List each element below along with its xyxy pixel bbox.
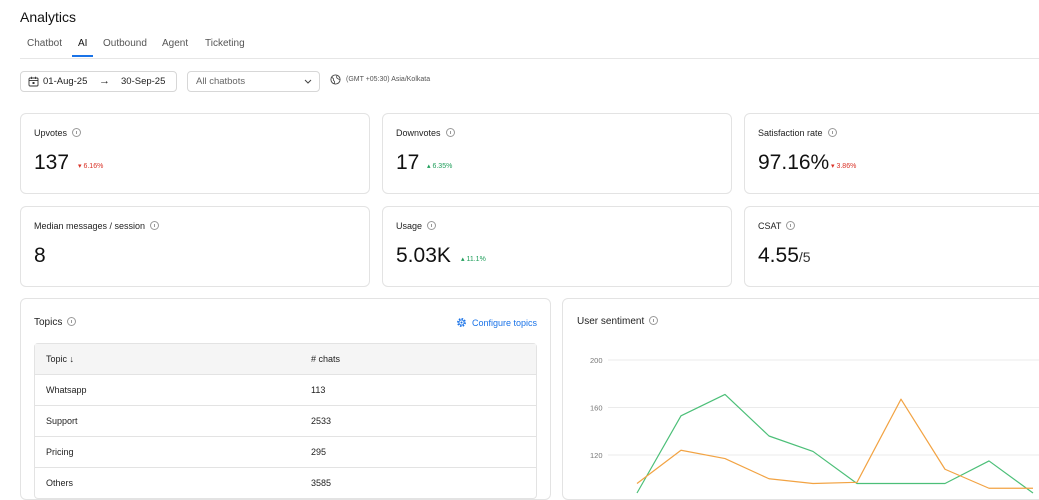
metric-card-upvotes: Upvotes 137 ▾ 6.16% — [20, 113, 370, 194]
topics-title-text: Topics — [34, 317, 63, 328]
metric-label-text: Upvotes — [34, 128, 68, 138]
info-icon[interactable] — [72, 128, 82, 137]
table-row[interactable]: Support 2533 — [35, 405, 536, 436]
table-header-row: Topic ↓ # chats — [35, 344, 536, 374]
table-row[interactable]: Whatsapp 113 — [35, 374, 536, 405]
date-arrow-icon: → — [99, 75, 110, 87]
metric-card-csat: CSAT 4.55/5 — [744, 206, 1039, 287]
metric-delta-value: 11.1% — [466, 256, 486, 263]
metric-label: Downvotes — [396, 128, 455, 138]
metric-label: CSAT — [758, 221, 796, 231]
metric-value: 97.16% — [758, 151, 830, 174]
metric-label: Usage — [396, 221, 437, 231]
metric-value: 137 — [34, 151, 70, 174]
chatbot-select[interactable]: All chatbots — [187, 71, 320, 92]
topics-title: Topics — [34, 317, 77, 328]
metric-label-text: Median messages / session — [34, 221, 146, 231]
info-icon[interactable] — [786, 221, 796, 230]
metric-delta-down: ▾ 6.16% — [78, 163, 104, 170]
topic-chats: 3585 — [311, 478, 332, 488]
info-icon[interactable] — [427, 221, 437, 230]
info-icon[interactable] — [67, 317, 77, 326]
tab-bar: Chatbot AI Outbound Agent Ticketing — [20, 38, 1039, 59]
metric-value: 8 — [34, 244, 46, 267]
topic-name: Support — [46, 416, 78, 426]
date-start: 01-Aug-25 — [43, 76, 88, 87]
topic-chats: 2533 — [311, 416, 332, 426]
table-row[interactable]: Others 3585 — [35, 467, 536, 498]
info-icon[interactable] — [445, 128, 455, 137]
topic-chats: 113 — [311, 385, 326, 395]
table-row[interactable]: Pricing 295 — [35, 436, 536, 467]
info-icon[interactable] — [827, 128, 837, 137]
metric-value: 5.03K — [396, 244, 451, 267]
date-end: 30-Sep-25 — [121, 76, 166, 87]
calendar-icon — [28, 76, 39, 87]
page-title: Analytics — [20, 9, 77, 25]
tab-outbound[interactable]: Outbound — [103, 38, 147, 49]
metric-label-text: CSAT — [758, 221, 782, 231]
chatbot-select-value: All chatbots — [196, 76, 246, 87]
metric-value: 17 — [396, 151, 420, 174]
tab-agent[interactable]: Agent — [162, 38, 188, 49]
metric-value: 4.55/5 — [758, 244, 811, 268]
metric-value-number: 4.55 — [758, 244, 799, 267]
metric-label: Median messages / session — [34, 221, 160, 231]
y-tick-label: 120 — [590, 451, 603, 460]
configure-topics-button[interactable]: Configure topics — [456, 317, 537, 328]
chevron-down-icon — [304, 79, 312, 84]
metric-delta-down: ▾ 3.86% — [831, 163, 857, 170]
metric-label-text: Usage — [396, 221, 423, 231]
metric-label: Upvotes — [34, 128, 82, 138]
metric-delta-value: 3.86% — [836, 163, 857, 170]
metric-card-satisfaction-rate: Satisfaction rate 97.16% ▾ 3.86% — [744, 113, 1039, 194]
timezone-label: (GMT +05:30) Asia/Kolkata — [346, 76, 431, 83]
active-tab-indicator — [72, 55, 94, 57]
column-header-chats[interactable]: # chats — [311, 354, 340, 364]
series-line-2 — [636, 398, 1033, 489]
metric-value-suffix: /5 — [798, 249, 811, 265]
metric-label-text: Downvotes — [396, 128, 441, 138]
tab-ai-label: AI — [78, 38, 88, 49]
configure-topics-label: Configure topics — [471, 318, 537, 328]
y-tick-label: 160 — [590, 404, 603, 413]
date-range-picker[interactable]: 01-Aug-25 → 30-Sep-25 — [20, 71, 177, 92]
sentiment-line-chart: 120 160 200 — [590, 356, 1039, 494]
topic-name: Pricing — [46, 447, 74, 457]
metric-card-usage: Usage 5.03K ▴ 11.1% — [382, 206, 732, 287]
topic-name: Others — [46, 478, 74, 488]
info-icon[interactable] — [150, 221, 160, 230]
metric-card-median-messages: Median messages / session 8 — [20, 206, 370, 287]
column-header-topic-label: Topic — [46, 354, 68, 364]
user-sentiment-panel: User sentiment 120 160 200 — [562, 298, 1039, 500]
metric-label: Satisfaction rate — [758, 128, 837, 138]
globe-icon — [330, 74, 341, 85]
topics-panel: Topics Configure topics Topic ↓ # chats … — [20, 298, 551, 500]
topic-name: Whatsapp — [46, 385, 87, 395]
tab-chatbot[interactable]: Chatbot — [27, 38, 62, 49]
column-header-topic[interactable]: Topic ↓ — [46, 354, 74, 364]
tab-ticketing[interactable]: Ticketing — [205, 38, 245, 49]
metric-card-downvotes: Downvotes 17 ▴ 6.35% — [382, 113, 732, 194]
metric-delta-up: ▴ 6.35% — [427, 163, 453, 170]
metric-delta-up: ▴ 11.1% — [461, 256, 486, 263]
sort-arrow-down-icon: ↓ — [69, 354, 75, 364]
gear-icon — [457, 318, 466, 327]
y-tick-label: 200 — [590, 356, 603, 365]
topics-table: Topic ↓ # chats Whatsapp 113 Support 253… — [34, 343, 537, 499]
series-line-1 — [636, 393, 1034, 494]
metric-label-text: Satisfaction rate — [758, 128, 823, 138]
metric-delta-value: 6.16% — [83, 163, 104, 170]
tab-ai[interactable]: AI — [72, 38, 94, 57]
metric-delta-value: 6.35% — [432, 163, 453, 170]
topic-chats: 295 — [311, 447, 327, 457]
